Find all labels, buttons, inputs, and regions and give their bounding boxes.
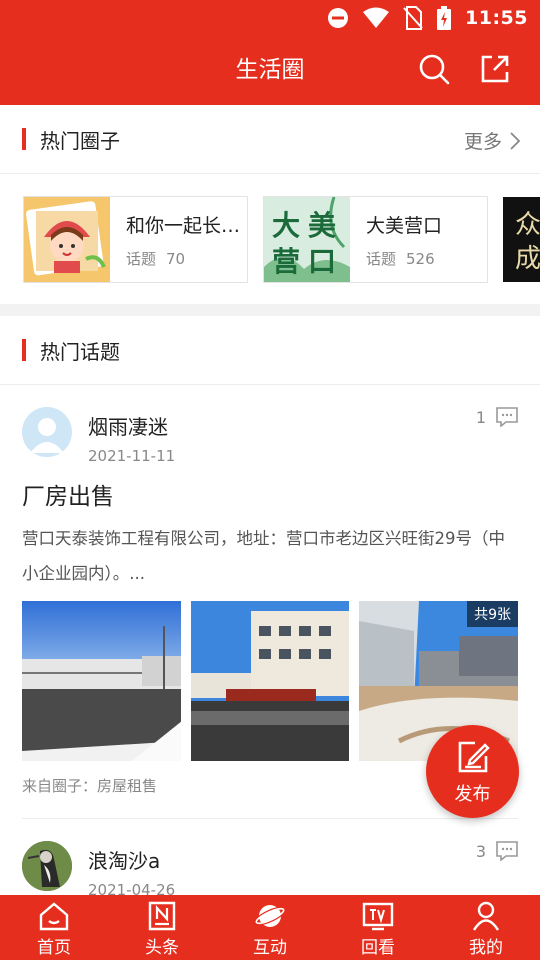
post-username[interactable]: 浪淘沙a [88,845,160,874]
circle-topic-count: 70 [166,249,186,268]
section-marker [22,339,26,361]
svg-text:美: 美 [308,209,336,242]
circle-card[interactable]: 和你一起长… 话题 70 [23,196,248,283]
tv-icon [362,902,394,931]
nav-interact[interactable]: 互动 [216,895,324,960]
hot-circles-header: 热门圈子 更多 [0,105,540,174]
circle-name: 大美营口 [366,214,443,237]
app-header: 11:55 生活圈 [0,0,540,105]
dnd-icon [328,8,349,28]
bottom-nav: 首页 头条 互动 回看 我的 [0,895,540,960]
circle-name: 和你一起长… [126,214,241,237]
nav-mine[interactable]: 我的 [432,895,540,960]
news-icon [148,901,176,931]
hot-topics-title: 热门话题 [40,339,120,364]
post-body: 营口天泰装饰工程有限公司，地址：营口市老边区兴旺街29号（中小企业园内）。... [22,529,505,583]
publish-button[interactable]: 发布 [426,725,519,818]
post-photo[interactable] [190,601,350,761]
nav-home[interactable]: 首页 [0,895,108,960]
hot-circles-section: 热门圈子 更多 和你一起长… 话题 70 大 美 营 口 大美营口 话题 526… [0,105,540,304]
hot-circles-title: 热门圈子 [40,128,120,153]
circle-card[interactable]: 大 美 营 口 大美营口 话题 526 [263,196,488,283]
home-icon [39,902,69,931]
more-link[interactable]: 更多 [464,127,520,154]
circle-meta: 话题 526 [366,249,435,268]
circle-thumbnail: 大 美 营 口 [264,197,350,282]
nav-replay[interactable]: 回看 [324,895,432,960]
chevron-right-icon [510,131,520,150]
edit-icon [458,741,490,773]
more-label: 更多 [463,131,502,153]
comment-count[interactable]: 3 [476,841,518,861]
circle-thumbnail: 众 成 [503,197,540,282]
no-sim-icon [403,6,423,30]
circle-thumbnail [24,197,110,282]
comment-icon [496,407,518,427]
circle-cards[interactable]: 和你一起长… 话题 70 大 美 营 口 大美营口 话题 526 众 成 [0,174,540,303]
svg-text:众: 众 [515,210,540,240]
planet-icon [254,905,286,927]
post-username[interactable]: 烟雨凄迷 [88,411,168,440]
hot-topics-header: 热门话题 [0,316,540,385]
avatar[interactable] [22,841,72,891]
search-icon[interactable] [417,52,451,86]
circle-card[interactable]: 众 成 [503,196,540,283]
nav-headlines[interactable]: 头条 [108,895,216,960]
topic-post[interactable]: 浪淘沙a 2021-04-26 3 [0,819,540,896]
svg-text:口: 口 [308,245,336,278]
post-title: 厂房出售 [22,484,114,510]
post-date: 2021-11-11 [88,447,176,465]
page-title: 生活圈 [235,57,305,83]
status-time: 11:55 [465,7,528,29]
photo-count-badge: 共9张 [467,601,519,627]
post-date: 2021-04-26 [88,881,176,896]
share-icon[interactable] [478,52,512,86]
avatar[interactable] [22,407,72,457]
post-photo[interactable] [22,601,181,761]
battery-icon [437,6,452,30]
svg-text:营: 营 [272,245,300,278]
publish-label: 发布 [454,784,491,805]
user-icon [472,901,500,931]
status-bar: 11:55 [327,4,528,32]
circle-topic-count: 526 [406,249,435,268]
svg-text:成: 成 [515,244,540,274]
section-marker [22,128,26,150]
wifi-icon [363,7,390,28]
comment-count[interactable]: 1 [476,407,518,427]
comment-icon [496,841,518,861]
circle-meta: 话题 70 [126,249,186,268]
svg-text:大: 大 [272,209,300,242]
